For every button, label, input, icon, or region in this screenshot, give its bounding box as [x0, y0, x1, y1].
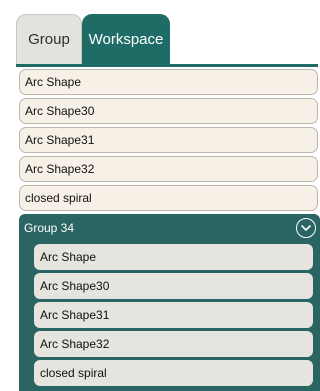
shape-list: Arc Shape Arc Shape30 Arc Shape31 Arc Sh…	[19, 69, 318, 214]
list-item[interactable]: Arc Shape	[19, 69, 318, 95]
tab-bar: Group Workspace	[16, 14, 170, 66]
group-list-item[interactable]: Arc Shape31	[34, 302, 313, 328]
group-list-item[interactable]: Arc Shape30	[34, 273, 313, 299]
group-list-item[interactable]: Arc Shape32	[34, 331, 313, 357]
group-container: Group 34 Arc Shape Arc Shape30 Arc Shape…	[19, 214, 320, 391]
group-item-list: Arc Shape Arc Shape30 Arc Shape31 Arc Sh…	[34, 244, 313, 389]
chevron-down-glyph	[301, 224, 311, 231]
workspace-panel: Group Workspace Arc Shape Arc Shape30 Ar…	[12, 8, 320, 391]
list-item[interactable]: Arc Shape30	[19, 98, 318, 124]
chevron-down-icon[interactable]	[296, 218, 316, 238]
tab-workspace[interactable]: Workspace	[82, 14, 170, 64]
group-title[interactable]: Group 34	[24, 221, 74, 235]
group-list-item[interactable]: closed spiral	[34, 360, 313, 386]
tab-group[interactable]: Group	[16, 14, 82, 64]
list-item[interactable]: closed spiral	[19, 185, 318, 211]
tab-underline	[16, 64, 318, 67]
list-item[interactable]: Arc Shape32	[19, 156, 318, 182]
list-item[interactable]: Arc Shape31	[19, 127, 318, 153]
group-list-item[interactable]: Arc Shape	[34, 244, 313, 270]
